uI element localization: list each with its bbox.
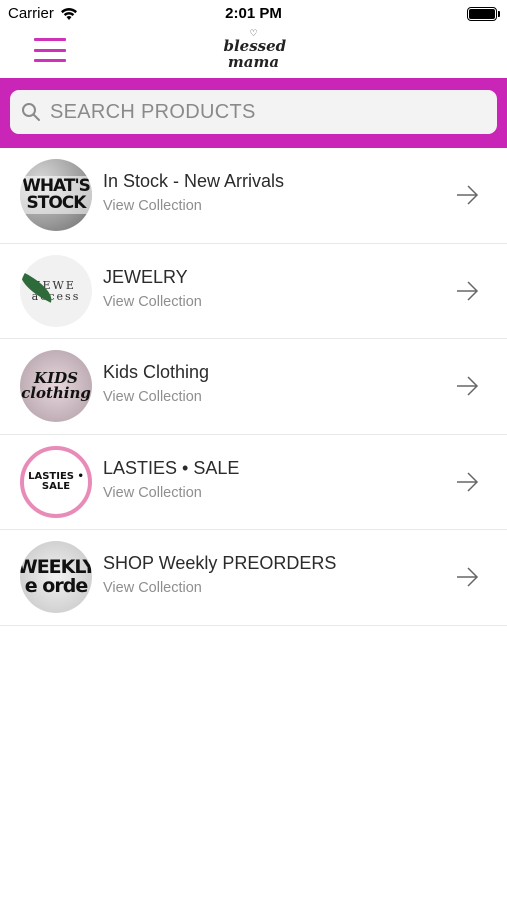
collection-thumbnail: WHAT'S STOCK — [20, 159, 92, 232]
arrow-right-icon[interactable] — [455, 566, 479, 588]
collection-title: LASTIES • SALE — [103, 457, 240, 478]
view-collection-label: View Collection — [103, 198, 202, 214]
blessed-mama-logo[interactable]: ♡ blessed mama — [223, 30, 287, 74]
arrow-right-icon[interactable] — [455, 375, 479, 397]
arrow-right-icon[interactable] — [455, 184, 479, 206]
collection-title: In Stock - New Arrivals — [103, 171, 285, 191]
view-collection-label: View Collection — [103, 580, 202, 596]
thumbnail-text: WEEKLY e orde — [20, 556, 92, 598]
collection-row-lasties-sale[interactable]: LASTIES • SALE LASTIES • SALE View Colle… — [0, 435, 507, 530]
status-bar: Carrier 2:01 PM — [0, 0, 507, 28]
search-band — [0, 78, 507, 148]
collection-title: SHOP Weekly PREORDERS — [103, 553, 337, 573]
view-collection-label: View Collection — [103, 389, 202, 405]
view-collection-label: View Collection — [103, 293, 202, 310]
collection-row-weekly-preorders[interactable]: WEEKLY e orde SHOP Weekly PREORDERS View… — [0, 530, 507, 626]
logo-line-1: blessed — [223, 37, 287, 55]
view-collection-label: View Collection — [103, 484, 202, 501]
arrow-right-icon[interactable] — [455, 280, 479, 302]
clock: 2:01 PM — [225, 5, 282, 22]
collection-title: JEWELRY — [103, 266, 188, 287]
thumbnail-text: LASTIES • SALE — [28, 470, 84, 492]
collection-row-jewelry[interactable]: JEWE access JEWELRY View Collection — [0, 244, 507, 339]
thumbnail-text: WHAT'S STOCK — [20, 176, 92, 215]
nav-bar: ♡ blessed mama — [0, 28, 507, 78]
thumbnail-text: KIDS clothing — [21, 369, 91, 403]
collection-list: WHAT'S STOCK In Stock - New Arrivals Vie… — [0, 148, 507, 626]
search-box[interactable] — [10, 90, 497, 134]
collection-thumbnail: WEEKLY e orde — [20, 541, 92, 614]
arrow-right-icon[interactable] — [455, 471, 479, 493]
collection-thumbnail: JEWE access — [20, 254, 92, 327]
battery-icon — [467, 7, 500, 21]
collection-thumbnail: LASTIES • SALE — [20, 445, 92, 518]
search-input[interactable] — [50, 100, 470, 124]
collection-row-kids-clothing[interactable]: KIDS clothing Kids Clothing View Collect… — [0, 339, 507, 435]
collection-thumbnail: KIDS clothing — [20, 350, 92, 423]
collection-title: Kids Clothing — [103, 362, 210, 382]
collection-row-in-stock[interactable]: WHAT'S STOCK In Stock - New Arrivals Vie… — [0, 148, 507, 244]
hamburger-menu-button[interactable] — [34, 36, 66, 64]
search-icon — [22, 103, 40, 121]
logo-line-2: mama — [227, 53, 280, 71]
